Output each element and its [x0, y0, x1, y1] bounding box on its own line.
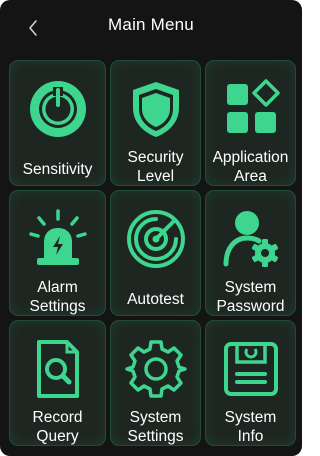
menu-label: System Settings — [127, 409, 184, 445]
menu-item-record-query[interactable]: Record Query — [9, 320, 106, 446]
menu-label: Alarm Settings — [29, 279, 86, 315]
menu-label: Autotest — [127, 291, 184, 308]
menu-label: Sensitivity — [22, 161, 93, 178]
menu-item-application-area[interactable]: Application Area — [205, 60, 296, 186]
floppy-disk-icon — [223, 342, 278, 396]
user-gear-icon — [223, 211, 278, 267]
menu-label: Record Query — [32, 409, 83, 445]
menu-item-autotest[interactable]: Autotest — [110, 190, 201, 316]
shield-icon — [132, 82, 179, 137]
radar-icon — [126, 210, 185, 268]
menu-label: Security Level — [127, 149, 184, 185]
menu-label: System Info — [224, 409, 277, 445]
menu-item-alarm-settings[interactable]: Alarm Settings — [9, 190, 106, 316]
menu-item-sensitivity[interactable]: Sensitivity — [9, 60, 106, 186]
main-menu-grid: Sensitivity Security Level Application A… — [9, 60, 296, 446]
menu-label: System Password — [216, 279, 285, 315]
menu-item-system-settings[interactable]: System Settings — [110, 320, 201, 446]
document-search-icon — [36, 340, 79, 398]
apps-grid-icon — [226, 79, 280, 133]
power-dial-icon — [29, 81, 86, 137]
header-bar: Main Menu — [0, 0, 302, 54]
page-title: Main Menu — [108, 15, 194, 34]
alarm-siren-icon — [28, 209, 87, 265]
menu-item-security-level[interactable]: Security Level — [110, 60, 201, 186]
menu-label: Application Area — [212, 149, 289, 185]
menu-item-system-password[interactable]: System Password — [205, 190, 296, 316]
menu-item-system-info[interactable]: System Info — [205, 320, 296, 446]
gear-icon — [124, 340, 187, 398]
device-screen: Main Menu Sensitivity Security Level App… — [0, 0, 302, 456]
